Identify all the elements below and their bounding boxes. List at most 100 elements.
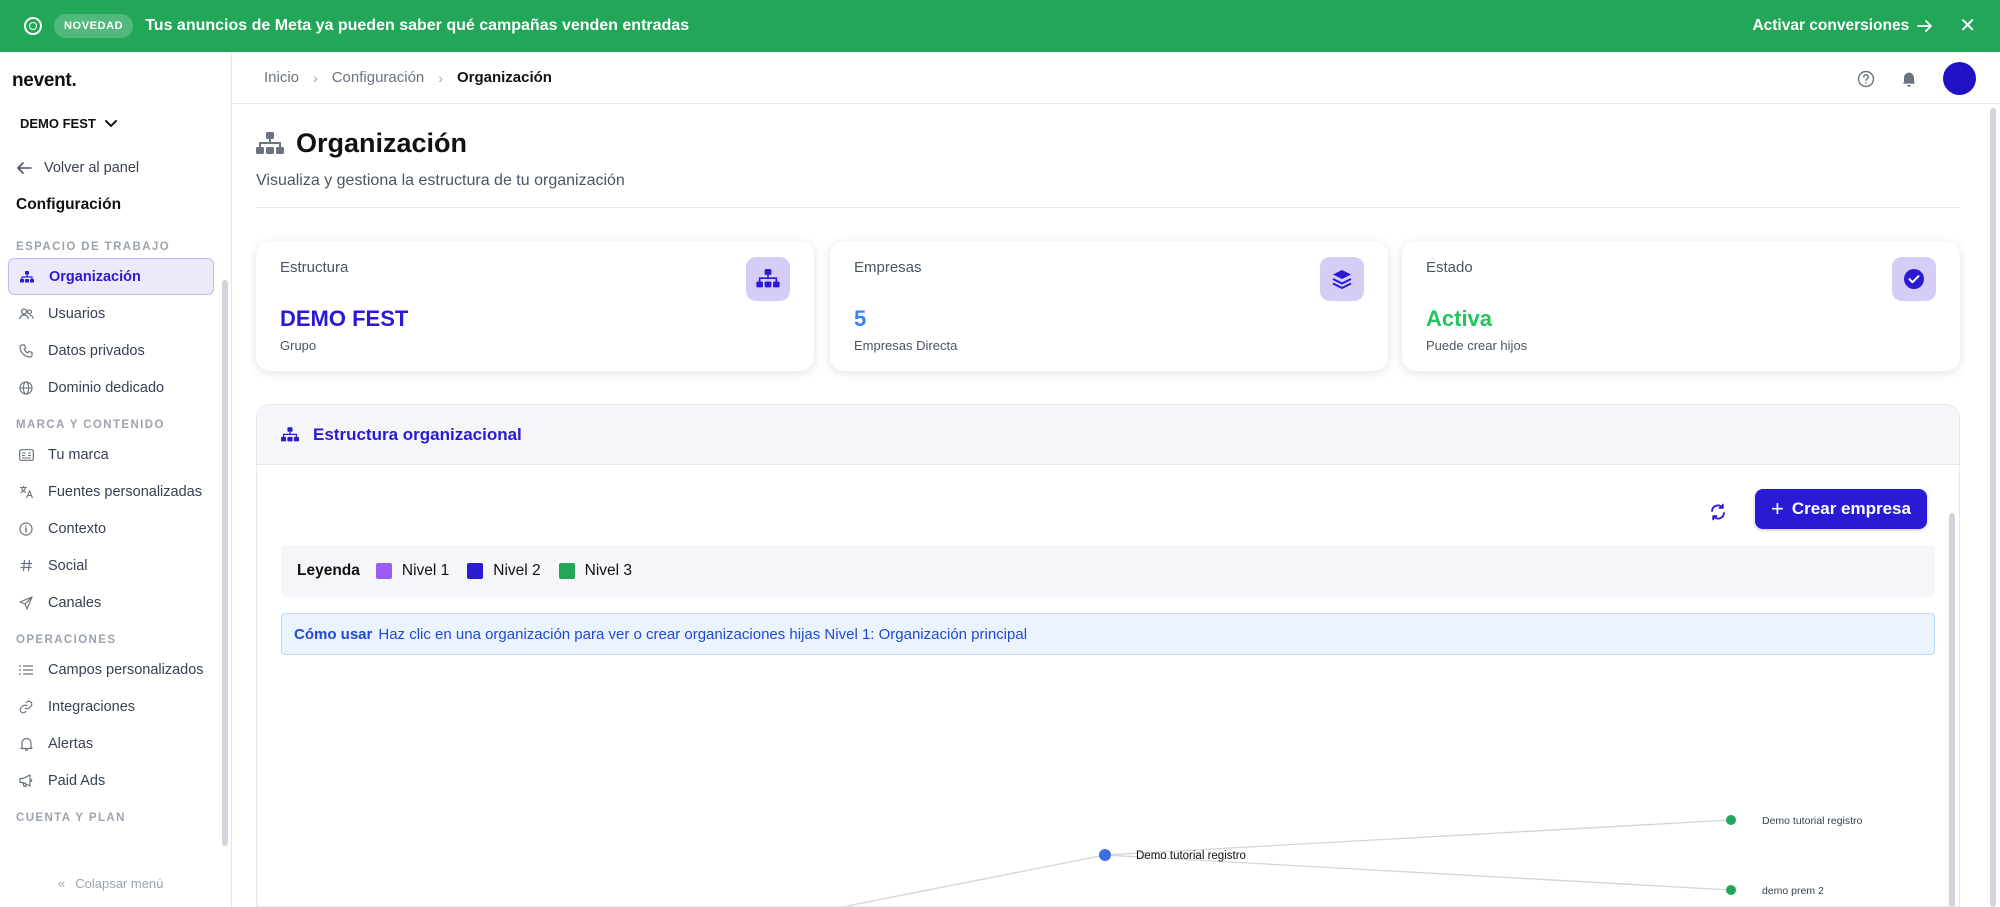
tree-node-label: Demo tutorial registro [1136,850,1246,862]
tree-edge [843,854,1106,906]
tree-node-label: demo prem 2 [1762,885,1824,897]
sidebar-nav: ESPACIO DE TRABAJO Organización Usuarios… [0,228,222,830]
breadcrumb-configuracion[interactable]: Configuración [332,69,425,86]
panel-scrollbar[interactable] [1949,513,1955,906]
header-actions [1857,62,1976,95]
activate-conversions-link[interactable]: Activar conversiones [1752,17,1933,35]
sidebar-item-tu-marca[interactable]: Tu marca [8,436,214,473]
legend-swatch [375,563,392,579]
card-value: DEMO FEST [280,306,409,331]
sidebar-item-paid-ads[interactable]: Paid Ads [8,762,214,799]
tree-node[interactable] [1726,885,1736,895]
org-selector[interactable]: DEMO FEST [20,116,118,131]
refresh-icon[interactable] [1707,501,1729,523]
tree-node[interactable] [1099,849,1111,861]
globe-icon [18,380,34,395]
page-title-text: Organización [296,128,468,158]
megaphone-icon [18,774,34,787]
create-company-button[interactable]: + Crear empresa [1755,489,1927,529]
org-tree-icon [19,270,35,283]
page-title: Organización [256,128,467,159]
org-tree-graph: Demo tutorial registro Demo tutorial reg… [843,815,1863,906]
cta-label: Activar conversiones [1752,17,1910,34]
section-label: CUENTA Y PLAN [16,812,126,824]
id-card-icon [18,448,34,461]
sidebar-item-usuarios[interactable]: Usuarios [8,295,214,332]
tree-node[interactable] [1726,815,1736,825]
sidebar-item-fuentes-personalizadas[interactable]: Fuentes personalizadas [8,473,214,510]
org-structure-panel: Estructura organizacional + Crear empres… [256,404,1960,907]
sidebar-item-canales[interactable]: Canales [8,584,214,621]
section-label: ESPACIO DE TRABAJO [16,241,171,253]
sidebar-item-datos-privados[interactable]: Datos privados [8,332,214,369]
legend-swatch [558,563,575,579]
legend-item: Nivel 2 [467,562,541,580]
section-label: OPERACIONES [16,634,117,646]
plus-icon: + [1771,496,1784,521]
send-icon [18,595,34,610]
sidebar-item-contexto[interactable]: Contexto [8,510,214,547]
close-banner-icon[interactable]: ✕ [1959,16,1976,36]
legend-item: Nivel 3 [558,562,632,580]
breadcrumb-separator: › [313,69,318,86]
panel-title: Estructura organizacional [313,424,522,444]
card-subtext: Grupo [280,338,317,353]
org-selector-label: DEMO FEST [20,116,96,131]
users-icon [18,307,34,320]
legend-label: Nivel 2 [493,562,541,579]
link-icon [18,700,34,714]
banner-message: Tus anuncios de Meta ya pueden saber qué… [145,17,690,34]
card-subtext: Empresas Directa [854,338,958,353]
section-label: MARCA Y CONTENIDO [16,419,165,431]
target-icon [24,17,42,35]
double-chevron-left-icon: « [58,876,66,891]
sidebar-item-integraciones[interactable]: Integraciones [8,688,214,725]
notification-bell-icon[interactable] [1901,70,1917,87]
legend-title: Leyenda [297,562,360,579]
org-tree-icon [746,257,790,301]
divider [256,207,1960,208]
legend: Leyenda Nivel 1 Nivel 2 Nivel 3 [281,545,1935,597]
sidebar-item-organizacion[interactable]: Organización [8,258,214,295]
card-label: Estado [1426,259,1473,276]
user-avatar[interactable] [1943,62,1976,95]
collapse-menu-button[interactable]: « Colapsar menú [58,876,163,891]
main-scrollbar[interactable] [1990,108,1996,907]
card-subtext: Puede crear hijos [1426,338,1528,353]
sidebar: nevent. DEMO FEST Volver al panel Config… [0,52,232,907]
stat-card-empresas: Empresas 5 Empresas Directa [830,241,1388,371]
new-badge: NOVEDAD [54,14,134,38]
sidebar-item-campos-personalizados[interactable]: Campos personalizados [8,651,214,688]
arrow-left-icon [17,162,32,174]
sidebar-item-label: Tu marca [48,446,109,463]
sidebar-item-label: Datos privados [48,342,145,359]
create-company-label: Crear empresa [1791,499,1911,518]
tree-node-label: Demo tutorial registro [1762,815,1863,827]
sidebar-item-label: Campos personalizados [48,661,204,678]
sidebar-item-label: Usuarios [48,305,106,322]
arrow-right-icon [1917,20,1933,32]
collapse-label: Colapsar menú [75,876,164,891]
sidebar-item-alertas[interactable]: Alertas [8,725,214,762]
list-icon [18,664,34,676]
announcement-banner: NOVEDAD Tus anuncios de Meta ya pueden s… [0,0,2000,52]
sidebar-item-dominio-dedicado[interactable]: Dominio dedicado [8,369,214,406]
logo: nevent. [12,70,77,91]
card-value: 5 [854,306,867,331]
breadcrumb-inicio[interactable]: Inicio [264,69,299,86]
sidebar-item-label: Fuentes personalizadas [48,483,202,500]
legend-swatch [467,563,484,579]
sidebar-item-social[interactable]: Social [8,547,214,584]
how-to-title: Cómo usar [294,625,373,643]
how-to-hint: Cómo usar Haz clic en una organización p… [281,613,1935,655]
sidebar-scrollbar[interactable] [222,280,228,846]
sidebar-item-label: Dominio dedicado [48,379,165,396]
bell-icon [18,737,34,751]
sidebar-item-label: Social [48,557,88,574]
phone-icon [18,343,34,358]
sidebar-title: Configuración [16,196,122,213]
help-icon[interactable] [1857,70,1875,88]
hashtag-icon [18,559,34,572]
sidebar-item-label: Organización [49,268,141,285]
back-to-panel-link[interactable]: Volver al panel [16,160,139,176]
